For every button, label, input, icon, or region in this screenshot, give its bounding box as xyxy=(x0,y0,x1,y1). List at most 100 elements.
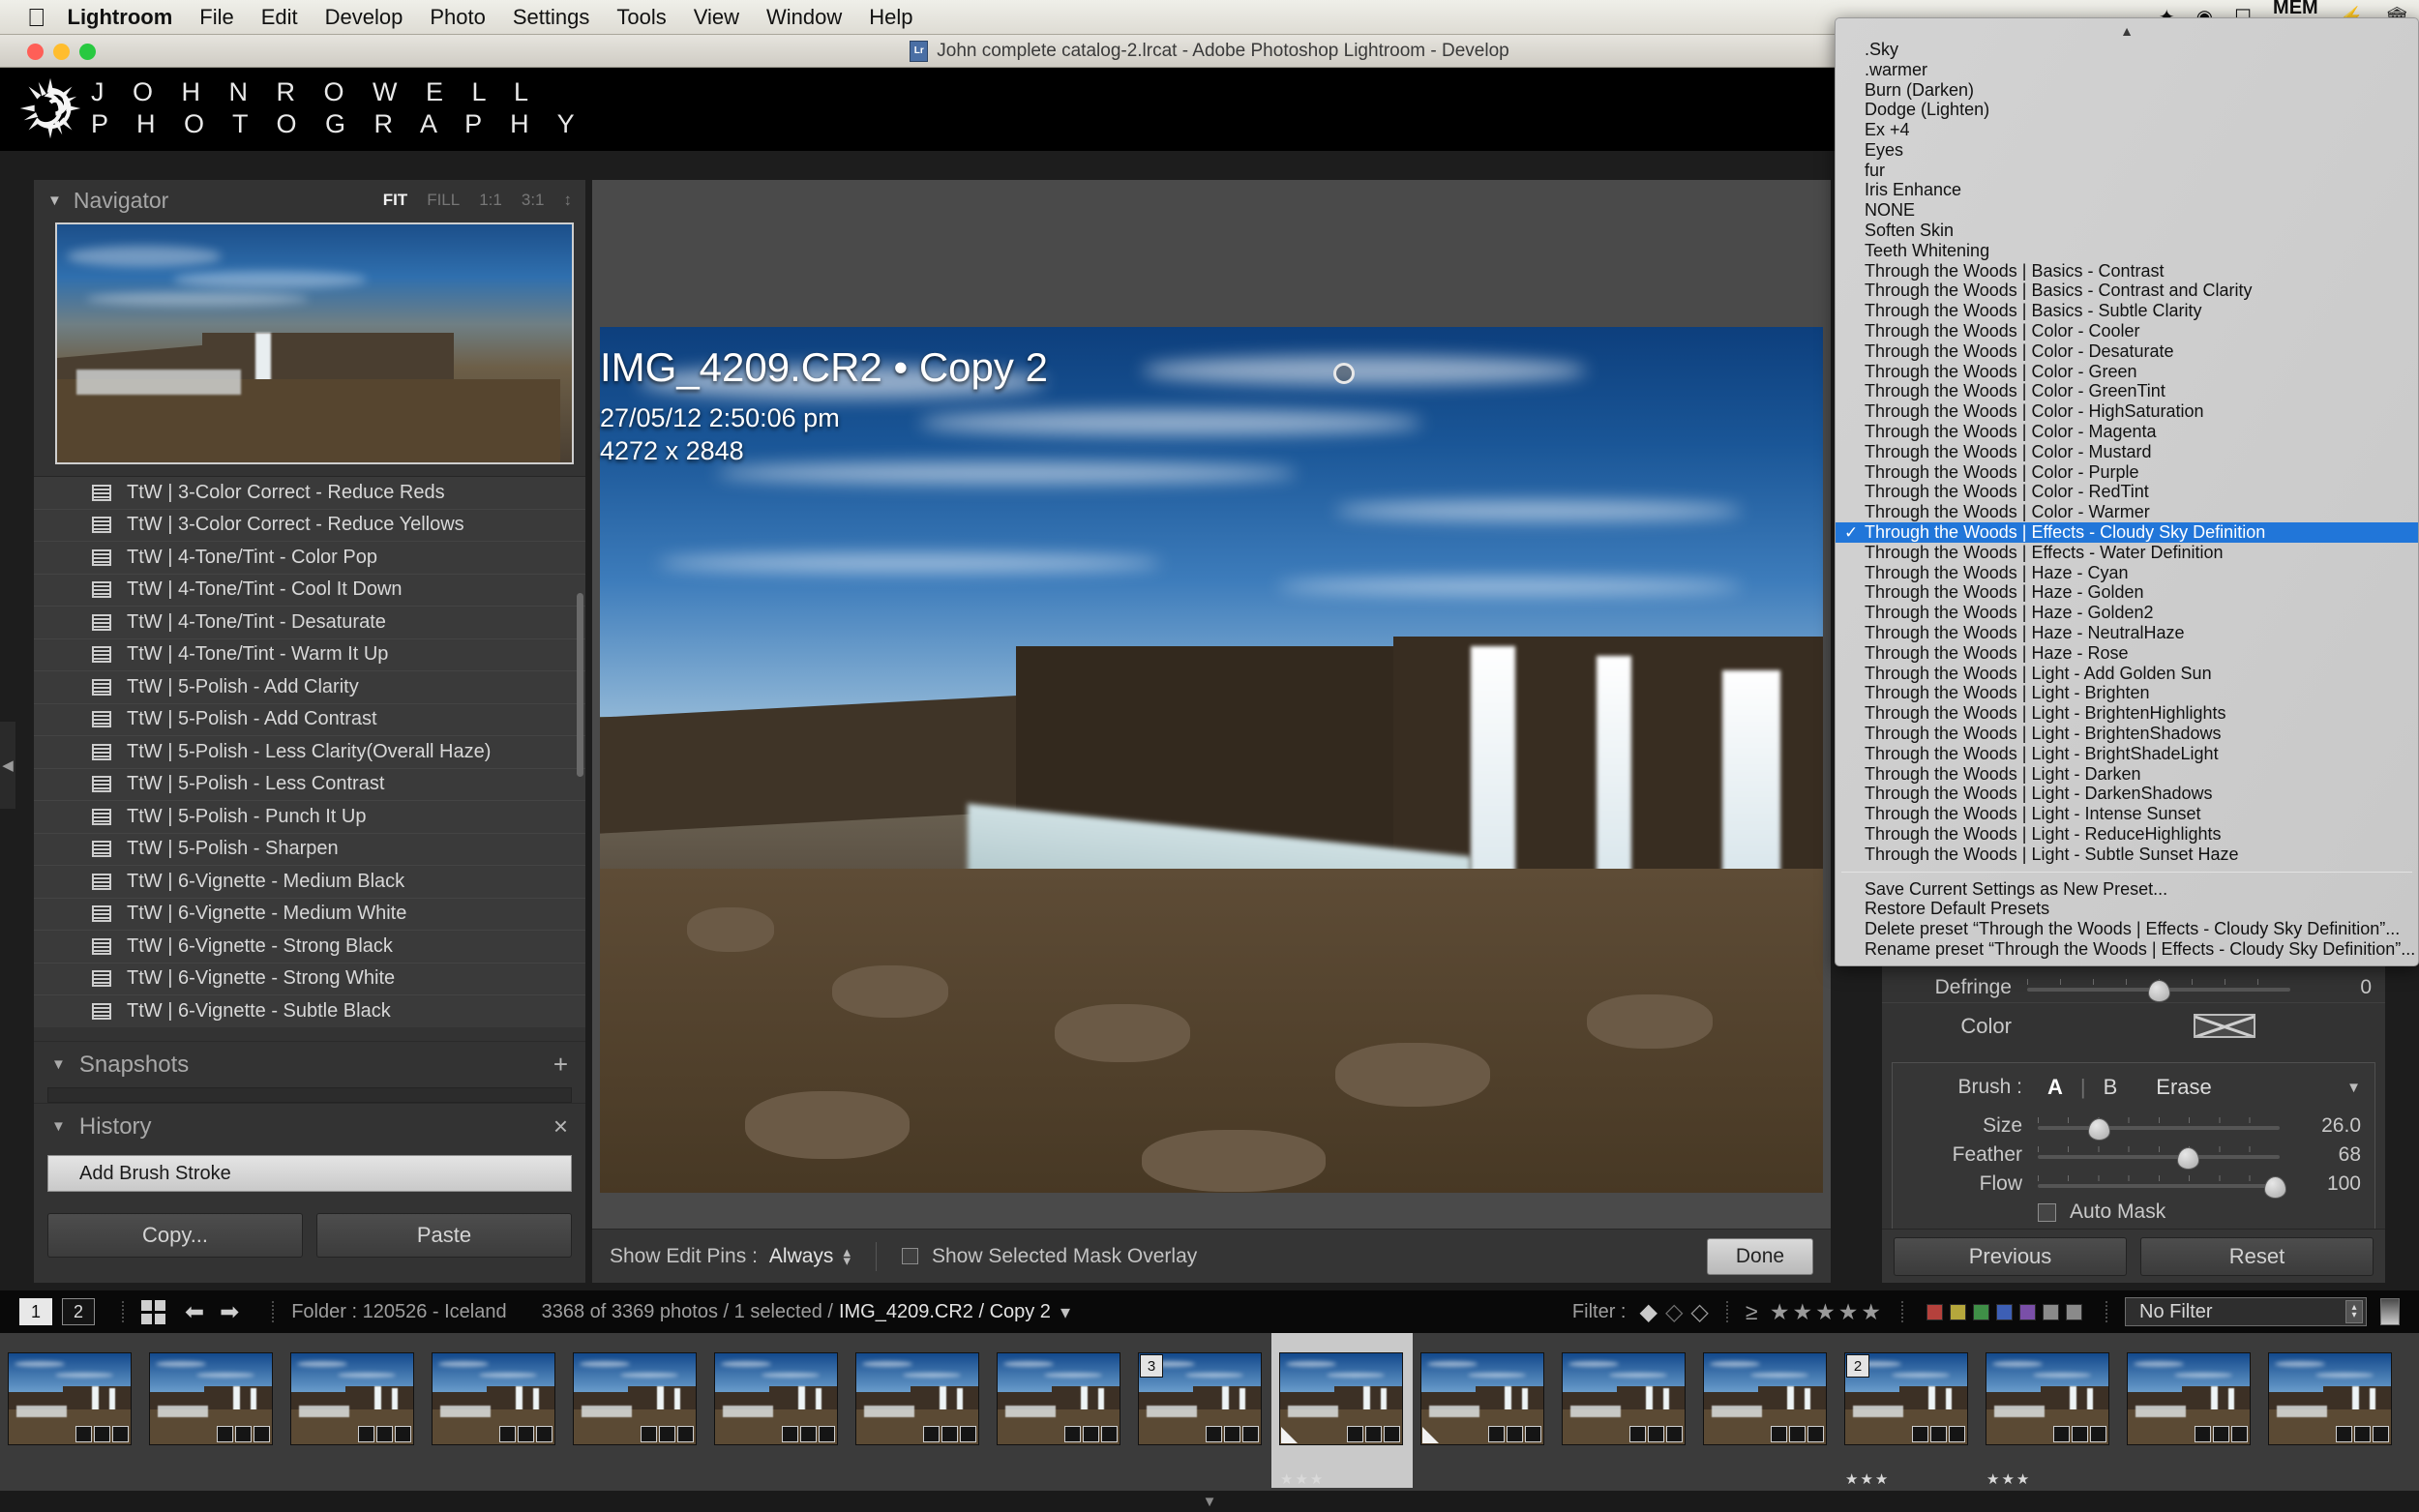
zoom-level-fit[interactable]: FIT xyxy=(383,191,408,210)
preset-row[interactable]: TtW | 5-Polish - Less Contrast xyxy=(34,769,585,801)
menu-item-file[interactable]: File xyxy=(199,5,233,30)
thumbnail-rating[interactable]: ★★★ xyxy=(1280,1470,1325,1488)
slider-track[interactable] xyxy=(2038,1144,2280,1170)
mask-overlay-checkbox[interactable] xyxy=(901,1248,918,1264)
filmstrip-thumbnail[interactable] xyxy=(290,1352,414,1445)
preset-menu-item[interactable]: Through the Woods | Color - Warmer xyxy=(1836,502,2418,522)
left-panel-collapse-handle[interactable]: ◀ xyxy=(0,722,15,809)
brush-slider-row[interactable]: Flow 100 xyxy=(1893,1170,2374,1199)
zoom-stepper-icon[interactable]: ↕ xyxy=(564,191,573,210)
filmstrip-cell[interactable] xyxy=(2119,1333,2260,1488)
edit-pin-marker[interactable] xyxy=(1333,363,1355,384)
preset-menu-item[interactable]: Through the Woods | Light - Darken xyxy=(1836,764,2418,785)
preset-menu-item[interactable]: Iris Enhance xyxy=(1836,180,2418,201)
filter-preset-select[interactable]: No Filter ▴ ▾ xyxy=(2125,1297,2367,1326)
zoom-level-3-1[interactable]: 3:1 xyxy=(522,191,545,210)
navigator-header[interactable]: ▼ Navigator FIT FILL 1:1 3:1 ↕ xyxy=(34,180,585,221)
preset-menu-item[interactable]: Through the Woods | Haze - NeutralHaze xyxy=(1836,623,2418,643)
snapshots-header[interactable]: ▼ Snapshots + xyxy=(34,1041,585,1087)
copy-button[interactable]: Copy... xyxy=(47,1213,303,1258)
thumbnail-rating[interactable]: ★★★ xyxy=(1845,1470,1890,1488)
brush-erase-button[interactable]: Erase xyxy=(2156,1075,2211,1100)
preset-menu-item[interactable]: .Sky xyxy=(1836,40,2418,60)
preset-row[interactable]: TtW | 6-Vignette - Medium Black xyxy=(34,866,585,899)
color-label-swatch[interactable] xyxy=(2043,1303,2059,1320)
preset-menu-item[interactable]: Through the Woods | Light - BrightenHigh… xyxy=(1836,703,2418,724)
filmstrip-cell[interactable]: 3 xyxy=(1130,1333,1271,1488)
back-arrow-icon[interactable]: ⬅ xyxy=(185,1298,204,1326)
slider-track[interactable] xyxy=(2038,1115,2280,1141)
forward-arrow-icon[interactable]: ➡ xyxy=(220,1298,239,1326)
filmstrip-cell[interactable] xyxy=(424,1333,565,1488)
filmstrip-thumbnail[interactable] xyxy=(855,1352,979,1445)
preset-row[interactable]: TtW | 3-Color Correct - Reduce Yellows xyxy=(34,510,585,542)
preset-menu-item[interactable]: Through the Woods | Light - ReduceHighli… xyxy=(1836,824,2418,845)
preset-menu-action[interactable]: Rename preset “Through the Woods | Effec… xyxy=(1836,939,2418,960)
bottom-panel-collapse-handle[interactable]: ▼ xyxy=(0,1491,2419,1512)
apple-icon[interactable]:  xyxy=(27,5,46,30)
brush-b-button[interactable]: B xyxy=(2104,1075,2118,1100)
filmstrip-badges[interactable] xyxy=(2195,1426,2248,1442)
reset-button[interactable]: Reset xyxy=(2140,1236,2374,1276)
filmstrip-cell[interactable]: ★★★ xyxy=(1271,1333,1413,1488)
filmstrip-badges[interactable] xyxy=(923,1426,976,1442)
minimize-icon[interactable] xyxy=(53,44,70,60)
preset-menu-item[interactable]: NONE xyxy=(1836,200,2418,221)
preset-menu-item[interactable]: Through the Woods | Light - Add Golden S… xyxy=(1836,664,2418,684)
filmstrip-badges[interactable] xyxy=(2336,1426,2389,1442)
grid-view-icon[interactable] xyxy=(141,1299,165,1324)
done-button[interactable]: Done xyxy=(1707,1237,1813,1275)
filmstrip-badges[interactable] xyxy=(75,1426,129,1442)
filmstrip-thumbnail[interactable] xyxy=(573,1352,697,1445)
history-entry[interactable]: Add Brush Stroke xyxy=(47,1155,572,1192)
preset-row[interactable]: TtW | 4-Tone/Tint - Desaturate xyxy=(34,607,585,639)
menu-item-lightroom[interactable]: Lightroom xyxy=(68,5,173,30)
preset-menu-item[interactable]: Through the Woods | Haze - Cyan xyxy=(1836,563,2418,583)
preset-menu-item[interactable]: Through the Woods | Light - Brighten xyxy=(1836,683,2418,704)
filmstrip-badges[interactable] xyxy=(1912,1426,1965,1442)
menu-item-edit[interactable]: Edit xyxy=(261,5,298,30)
preset-menu-item[interactable]: fur xyxy=(1836,161,2418,181)
filmstrip-badges[interactable] xyxy=(217,1426,270,1442)
filmstrip-badges[interactable] xyxy=(499,1426,552,1442)
filmstrip-badges[interactable] xyxy=(1064,1426,1118,1442)
preset-row[interactable]: TtW | 5-Polish - Punch It Up xyxy=(34,801,585,834)
preset-menu-item[interactable]: Dodge (Lighten) xyxy=(1836,100,2418,120)
preset-menu-item[interactable]: Burn (Darken) xyxy=(1836,80,2418,101)
defringe-slider-row[interactable]: Defringe 0 xyxy=(1882,973,2385,1002)
preset-menu-item[interactable]: Eyes xyxy=(1836,140,2418,161)
menu-item-help[interactable]: Help xyxy=(869,5,912,30)
preset-menu-item[interactable]: Through the Woods | Basics - Subtle Clar… xyxy=(1836,301,2418,321)
preset-row[interactable]: TtW | 5-Polish - Add Contrast xyxy=(34,704,585,736)
menu-item-develop[interactable]: Develop xyxy=(325,5,403,30)
preset-menu-item[interactable]: Soften Skin xyxy=(1836,221,2418,241)
auto-mask-checkbox[interactable] xyxy=(2038,1202,2056,1222)
filmstrip-thumbnail[interactable] xyxy=(2268,1352,2392,1445)
history-header[interactable]: ▼ History × xyxy=(34,1103,585,1149)
brush-slider-row[interactable]: Size 26.0 xyxy=(1893,1112,2374,1141)
filmstrip-badges[interactable] xyxy=(2053,1426,2106,1442)
filmstrip-badges[interactable] xyxy=(1206,1426,1259,1442)
preset-menu-item[interactable]: Through the Woods | Color - GreenTint xyxy=(1836,381,2418,402)
preset-menu-item[interactable]: Through the Woods | Light - BrightenShad… xyxy=(1836,724,2418,744)
filmstrip-thumbnail[interactable] xyxy=(1279,1352,1403,1445)
preset-menu-item-selected[interactable]: ✓ Through the Woods | Effects - Cloudy Sk… xyxy=(1836,522,2418,543)
preset-row[interactable]: TtW | 3-Color Correct - Reduce Reds xyxy=(34,477,585,510)
chevron-down-icon[interactable]: ▼ xyxy=(2346,1080,2361,1096)
filmstrip-thumbnail[interactable] xyxy=(2127,1352,2251,1445)
preset-menu-item[interactable]: Through the Woods | Basics - Contrast an… xyxy=(1836,281,2418,302)
color-label-filters[interactable] xyxy=(1926,1303,2082,1320)
color-label-swatch[interactable] xyxy=(2066,1303,2082,1320)
filmstrip[interactable]: 3 ★★★ 2 ★★★ ★★★ xyxy=(0,1333,2419,1512)
filmstrip-thumbnail[interactable] xyxy=(432,1352,555,1445)
filmstrip-thumbnail[interactable] xyxy=(1562,1352,1686,1445)
color-swatch[interactable] xyxy=(2194,1014,2255,1038)
stack-count-badge[interactable]: 3 xyxy=(1140,1354,1163,1378)
navigator-preview[interactable] xyxy=(55,222,574,464)
filmstrip-badges[interactable] xyxy=(358,1426,411,1442)
filmstrip-cell[interactable] xyxy=(2260,1333,2402,1488)
filmstrip-badges[interactable] xyxy=(1771,1426,1824,1442)
color-label-swatch[interactable] xyxy=(1926,1303,1943,1320)
filmstrip-badges[interactable] xyxy=(1347,1426,1400,1442)
menu-item-settings[interactable]: Settings xyxy=(513,5,590,30)
